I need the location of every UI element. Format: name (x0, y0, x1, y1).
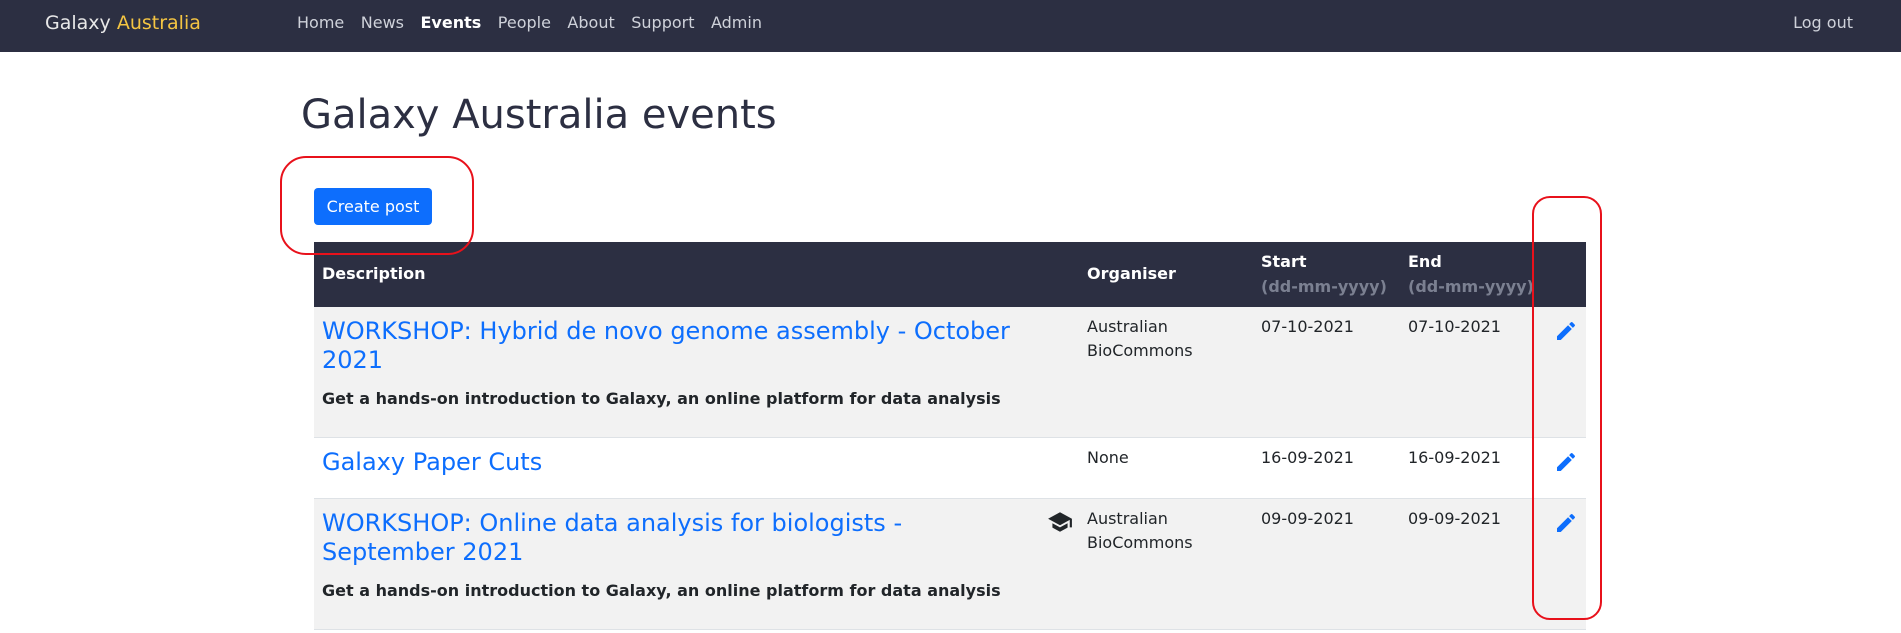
header-organiser: Organiser (1087, 264, 1176, 283)
event-organiser: Australian BioCommons (1087, 509, 1193, 552)
header-start-label: Start (1261, 252, 1307, 271)
nav-admin[interactable]: Admin (711, 13, 762, 32)
table-header: Description Organiser Start (dd-mm-yyyy)… (314, 242, 1586, 307)
table-row: Galaxy Paper Cuts None 16-09-2021 16-09-… (314, 438, 1586, 499)
nav-home[interactable]: Home (297, 13, 344, 32)
table-row: WORKSHOP: Hybrid de novo genome assembly… (314, 307, 1586, 438)
event-start-date: 09-09-2021 (1261, 509, 1354, 528)
graduation-cap-icon (1048, 512, 1072, 532)
header-end-format: (dd-mm-yyyy) (1408, 277, 1534, 296)
edit-pencil-icon[interactable] (1554, 511, 1578, 535)
edit-pencil-icon[interactable] (1554, 319, 1578, 343)
events-table: Description Organiser Start (dd-mm-yyyy)… (314, 242, 1586, 630)
event-description: Get a hands-on introduction to Galaxy, a… (322, 581, 1001, 600)
logout-link[interactable]: Log out (1793, 13, 1853, 32)
edit-pencil-icon[interactable] (1554, 450, 1578, 474)
brand-logo[interactable]: Galaxy Australia (45, 12, 201, 34)
event-end-date: 07-10-2021 (1408, 317, 1501, 336)
event-organiser: None (1087, 448, 1129, 467)
event-organiser: Australian BioCommons (1087, 317, 1193, 360)
header-start: Start (dd-mm-yyyy) (1261, 252, 1387, 296)
nav-links: Home News Events People About Support Ad… (297, 13, 778, 32)
create-post-button[interactable]: Create post (314, 188, 432, 225)
table-row: WORKSHOP: Online data analysis for biolo… (314, 499, 1586, 630)
header-description: Description (322, 264, 426, 283)
event-title-link[interactable]: Galaxy Paper Cuts (322, 448, 1042, 477)
event-end-date: 09-09-2021 (1408, 509, 1501, 528)
event-start-date: 16-09-2021 (1261, 448, 1354, 467)
nav-about[interactable]: About (567, 13, 614, 32)
brand-main: Galaxy (45, 12, 111, 34)
nav-events[interactable]: Events (420, 13, 481, 32)
nav-people[interactable]: People (498, 13, 551, 32)
brand-accent: Australia (116, 12, 201, 34)
nav-support[interactable]: Support (631, 13, 694, 32)
event-title-link[interactable]: WORKSHOP: Online data analysis for biolo… (322, 509, 1042, 567)
event-description: Get a hands-on introduction to Galaxy, a… (322, 389, 1001, 408)
top-navbar: Galaxy Australia Home News Events People… (0, 0, 1901, 52)
event-start-date: 07-10-2021 (1261, 317, 1354, 336)
event-title-link[interactable]: WORKSHOP: Hybrid de novo genome assembly… (322, 317, 1042, 375)
page-title: Galaxy Australia events (301, 92, 777, 138)
header-start-format: (dd-mm-yyyy) (1261, 277, 1387, 296)
event-end-date: 16-09-2021 (1408, 448, 1501, 467)
header-end-label: End (1408, 252, 1442, 271)
header-end: End (dd-mm-yyyy) (1408, 252, 1534, 296)
nav-news[interactable]: News (361, 13, 404, 32)
